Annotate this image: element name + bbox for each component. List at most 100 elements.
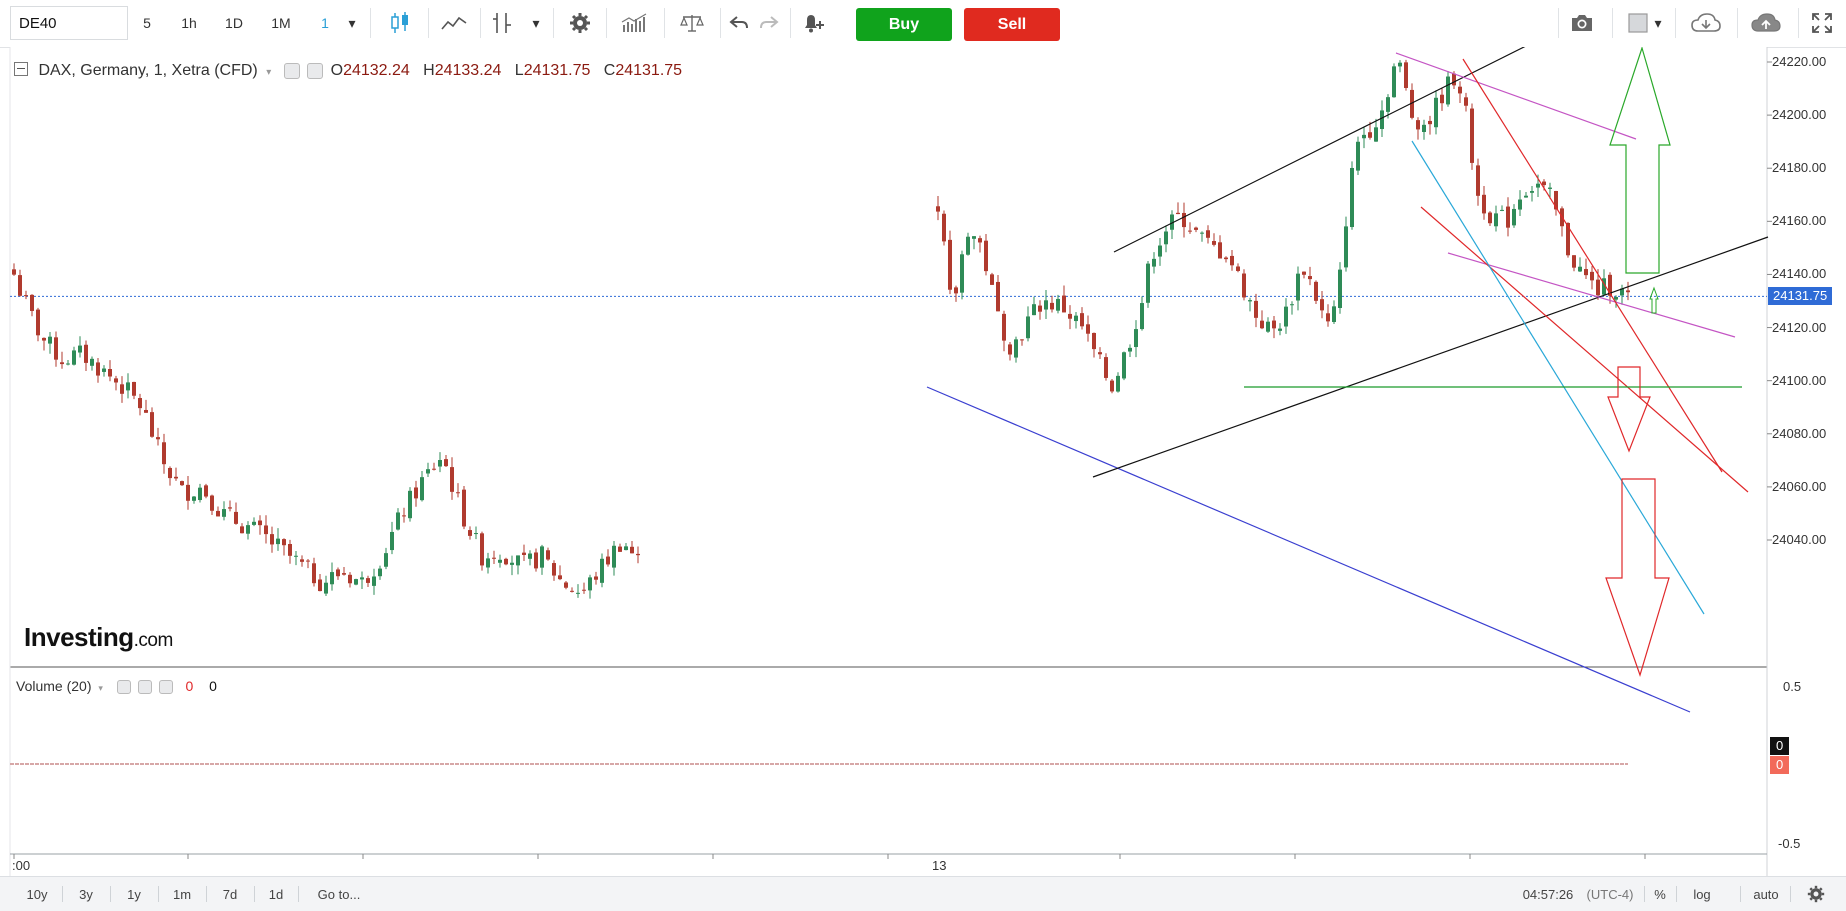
compare-dropdown-icon[interactable]: ▾	[525, 6, 547, 40]
candle-body	[1380, 110, 1384, 129]
interval-1m[interactable]: 1M	[259, 6, 303, 40]
settings-gear-icon[interactable]	[560, 6, 600, 40]
volume-label[interactable]: Volume (20)	[16, 678, 91, 694]
auto-scale-toggle[interactable]: auto	[1744, 877, 1788, 911]
candle-body	[324, 582, 328, 594]
balance-scale-icon[interactable]	[670, 6, 714, 40]
candle-body	[516, 555, 520, 566]
instrument-name[interactable]: DAX, Germany, 1, Xetra (CFD)	[38, 62, 257, 79]
candle-body	[1014, 339, 1018, 358]
candle-body	[456, 492, 460, 494]
candle-body	[42, 337, 46, 341]
range-1y[interactable]: 1y	[112, 877, 156, 911]
candle-body	[996, 281, 1000, 312]
candle-body	[1122, 352, 1126, 379]
candle-body	[1326, 313, 1330, 322]
compare-icon[interactable]	[484, 6, 520, 40]
range-1m[interactable]: 1m	[160, 877, 204, 911]
volume-eye-icon[interactable]	[116, 680, 131, 695]
chart-settings-gear-icon[interactable]	[1796, 877, 1836, 911]
candle-body	[624, 546, 628, 551]
sell-button[interactable]: Sell	[964, 8, 1060, 41]
candle-body	[192, 496, 196, 501]
series-settings-icon[interactable]	[307, 62, 324, 79]
instrument-dropdown-icon[interactable]: ▾	[266, 67, 271, 78]
volume-close-icon[interactable]	[158, 680, 173, 695]
range-7d[interactable]: 7d	[208, 877, 252, 911]
candle-body	[468, 530, 472, 536]
interval-5[interactable]: 5	[125, 6, 169, 40]
symbol-input[interactable]: DE40	[10, 6, 128, 40]
candle-body	[60, 362, 64, 365]
candle-body	[114, 378, 118, 383]
chart-legend: DAX, Germany, 1, Xetra (CFD) ▾ O24132.24…	[14, 61, 682, 80]
candle-body	[1098, 352, 1102, 355]
candle-body	[1074, 315, 1078, 322]
timezone-selector[interactable]: (UTC-4)	[1580, 877, 1640, 911]
candle-body	[978, 238, 982, 243]
candle-body	[990, 274, 994, 285]
candle-body	[1548, 187, 1552, 189]
range-1d[interactable]: 1d	[256, 877, 296, 911]
fullscreen-icon[interactable]	[1800, 6, 1844, 40]
candle-body	[636, 553, 640, 556]
candle-body	[102, 368, 106, 372]
candle-body	[1476, 165, 1480, 196]
candle-body	[936, 206, 940, 212]
candle-body	[1236, 266, 1240, 271]
volume-settings-icon[interactable]	[137, 680, 152, 695]
candle-body	[390, 531, 394, 551]
ohlc-open-value: 24132.24	[343, 62, 410, 79]
candle-body	[612, 545, 616, 568]
camera-snapshot-icon[interactable]	[1560, 6, 1604, 40]
buy-button[interactable]: Buy	[856, 8, 952, 41]
cloud-download-icon[interactable]	[1682, 6, 1730, 40]
interval-1h[interactable]: 1h	[167, 6, 211, 40]
cloud-upload-icon[interactable]	[1742, 6, 1790, 40]
redo-icon[interactable]	[754, 6, 784, 40]
candle-body	[36, 309, 40, 336]
candle-body	[180, 481, 184, 486]
layout-dropdown-icon[interactable]: ▾	[1648, 6, 1668, 40]
collapse-legend-icon[interactable]	[14, 61, 28, 76]
visibility-eye-icon[interactable]	[283, 62, 300, 79]
candle-body	[1086, 324, 1090, 334]
candles-chart-type-icon[interactable]	[378, 6, 422, 40]
candle-body	[66, 363, 70, 365]
candle-body	[1398, 62, 1402, 67]
candle-body	[1104, 357, 1108, 378]
candle-body	[1140, 303, 1144, 330]
candle-body	[972, 236, 976, 239]
candle-body	[984, 240, 988, 272]
candle-body	[1092, 332, 1096, 350]
log-scale-toggle[interactable]: log	[1682, 877, 1722, 911]
candle-body	[546, 550, 550, 560]
range-3y[interactable]: 3y	[64, 877, 108, 911]
current-price-tag: 24131.75	[1768, 287, 1833, 306]
goto-date-button[interactable]: Go to...	[304, 877, 374, 911]
interval-1d[interactable]: 1D	[212, 6, 256, 40]
indicators-icon[interactable]	[432, 6, 476, 40]
volume-dropdown-icon[interactable]: ▾	[98, 683, 103, 693]
candle-body	[1008, 344, 1012, 355]
interval-dropdown-icon[interactable]: ▾	[340, 6, 364, 40]
price-chart[interactable]	[0, 47, 1846, 876]
percent-scale-toggle[interactable]: %	[1648, 877, 1672, 911]
volume-tag-red: 0	[1770, 756, 1790, 774]
price-axis-tick-6: 24100.00	[1772, 372, 1827, 388]
candle-body	[396, 512, 400, 530]
undo-icon[interactable]	[724, 6, 754, 40]
candle-body	[1152, 258, 1156, 267]
candle-body	[1062, 295, 1066, 313]
alert-bell-icon[interactable]	[795, 6, 831, 40]
clock-time: 04:57:26	[1522, 886, 1574, 902]
candle-body	[1596, 279, 1600, 296]
candle-body	[420, 477, 424, 501]
investing-logo: Investing.com	[24, 622, 173, 652]
volume-bars-icon[interactable]	[612, 6, 656, 40]
candle-body	[174, 476, 178, 479]
candle-body	[570, 590, 574, 592]
range-10y[interactable]: 10y	[14, 877, 60, 911]
price-axis-tick-8: 24060.00	[1772, 478, 1827, 494]
candle-body	[600, 558, 604, 583]
